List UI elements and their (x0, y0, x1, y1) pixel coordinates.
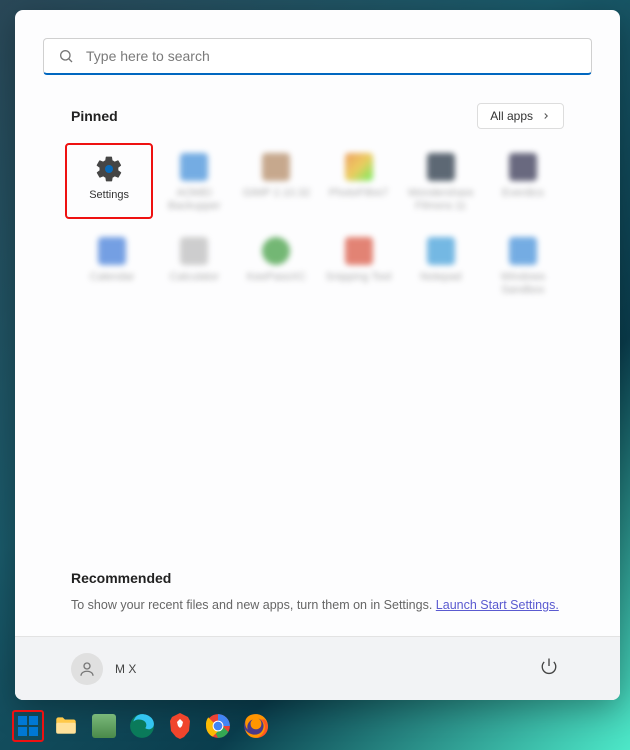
folder-icon (53, 713, 79, 739)
app-tile[interactable]: Notepad (400, 227, 482, 303)
all-apps-button[interactable]: All apps (477, 103, 564, 129)
app-icon (425, 151, 457, 183)
app-tile[interactable]: GIMP 2.10.32 (235, 143, 317, 219)
app-icon (96, 235, 128, 267)
gear-icon (93, 153, 125, 185)
edge-icon (129, 713, 155, 739)
app-label: Settings (89, 189, 129, 202)
pinned-section: Pinned All apps Settings AOMEI Backupper… (15, 75, 620, 303)
start-menu-panel: Pinned All apps Settings AOMEI Backupper… (15, 10, 620, 700)
pinned-grid: Settings AOMEI Backupper GIMP 2.10.32 Ph… (71, 143, 564, 303)
app-icon (507, 235, 539, 267)
app-label: GIMP 2.10.32 (243, 187, 311, 200)
recommended-text: To show your recent files and new apps, … (71, 598, 564, 612)
recommended-title: Recommended (71, 570, 564, 586)
app-label: KeePassXC (247, 271, 306, 284)
taskbar-brave[interactable] (164, 710, 196, 742)
taskbar-start[interactable] (12, 710, 44, 742)
taskbar-explorer[interactable] (50, 710, 82, 742)
all-apps-label: All apps (490, 109, 533, 123)
app-icon (425, 235, 457, 267)
user-name: M X (115, 662, 136, 676)
app-icon (507, 151, 539, 183)
app-tile[interactable]: AOMEI Backupper (153, 143, 235, 219)
pinned-header: Pinned All apps (71, 103, 564, 129)
app-label: Wondershare Filmora 11 (400, 187, 482, 213)
app-tile[interactable]: Calendar (71, 227, 153, 303)
app-icon (178, 151, 210, 183)
app-label: Everdics (502, 187, 544, 200)
taskbar-firefox[interactable] (240, 710, 272, 742)
app-label: Calculator (169, 271, 219, 284)
search-box[interactable] (43, 38, 592, 75)
power-button[interactable] (534, 651, 564, 686)
chevron-right-icon (541, 111, 551, 121)
spacer (15, 303, 620, 570)
app-tile[interactable]: KeePassXC (235, 227, 317, 303)
search-wrap (15, 10, 620, 75)
search-input[interactable] (86, 48, 577, 64)
taskbar (0, 702, 630, 750)
avatar (71, 653, 103, 685)
app-tile[interactable]: Everdics (482, 143, 564, 219)
app-icon (178, 235, 210, 267)
app-icon (343, 235, 375, 267)
app-label: Calendar (90, 271, 135, 284)
app-icon (92, 714, 116, 738)
firefox-icon (243, 713, 269, 739)
pinned-title: Pinned (71, 108, 118, 124)
app-label: AOMEI Backupper (153, 187, 235, 213)
app-tile[interactable]: Wondershare Filmora 11 (400, 143, 482, 219)
recommended-section: Recommended To show your recent files an… (15, 570, 620, 636)
app-tile[interactable]: PhotoFiltre7 (317, 143, 399, 219)
recommended-body: To show your recent files and new apps, … (71, 598, 436, 612)
search-icon (58, 48, 74, 64)
app-label: Snipping Tool (326, 271, 392, 284)
user-profile[interactable]: M X (71, 653, 136, 685)
brave-icon (168, 713, 192, 739)
app-label: Notepad (420, 271, 462, 284)
launch-start-settings-link[interactable]: Launch Start Settings. (436, 598, 559, 612)
taskbar-app[interactable] (88, 710, 120, 742)
app-icon (260, 151, 292, 183)
chrome-icon (205, 713, 231, 739)
power-icon (540, 657, 558, 675)
app-icon (343, 151, 375, 183)
app-tile[interactable]: Calculator (153, 227, 235, 303)
app-tile[interactable]: Windows Sandbox (482, 227, 564, 303)
app-label: Windows Sandbox (482, 271, 564, 297)
app-label: PhotoFiltre7 (329, 187, 388, 200)
windows-icon (16, 714, 40, 738)
taskbar-edge[interactable] (126, 710, 158, 742)
app-tile-settings[interactable]: Settings (65, 143, 153, 219)
start-footer: M X (15, 636, 620, 700)
person-icon (78, 660, 96, 678)
taskbar-chrome[interactable] (202, 710, 234, 742)
app-tile[interactable]: Snipping Tool (317, 227, 399, 303)
app-icon (260, 235, 292, 267)
